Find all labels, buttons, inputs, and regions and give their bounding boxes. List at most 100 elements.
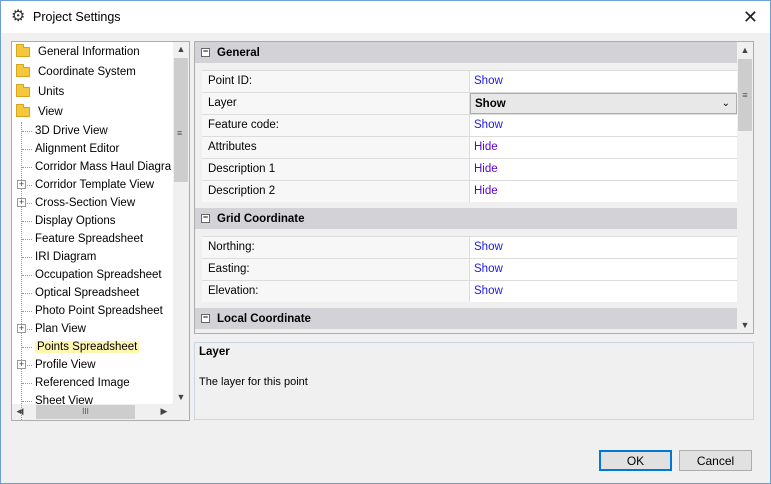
tree-connector (22, 400, 32, 402)
tree-item-sheet-view[interactable]: Sheet View (22, 392, 93, 410)
tree-item-label: 3D Drive View (35, 125, 108, 137)
property-label: Description 1 (202, 159, 470, 180)
collapse-minus-icon[interactable]: − (201, 213, 210, 223)
tree-item-3d-drive-view[interactable]: 3D Drive View (22, 122, 108, 140)
tree-item-iri-diagram[interactable]: IRI Diagram (22, 248, 96, 266)
collapse-minus-icon[interactable]: − (201, 313, 210, 323)
ok-button[interactable]: OK (599, 450, 672, 471)
expand-plus-icon[interactable]: + (17, 180, 26, 189)
project-settings-dialog: ⚙ Project Settings ✕ ▲ ≡ ▼ ◀ III ▶ Gener… (0, 0, 771, 484)
tree-item-cross-section-view[interactable]: Cross-Section View (22, 194, 135, 212)
property-value-text: Show (475, 98, 506, 110)
gear-icon: ⚙ (11, 8, 26, 25)
property-label: Easting: (202, 259, 470, 280)
property-value[interactable]: Hide (470, 159, 737, 180)
tree-connector (22, 274, 32, 276)
tree-connector (22, 238, 32, 240)
property-value[interactable]: Show (470, 237, 737, 258)
folder-icon (16, 84, 30, 97)
tree-connector (22, 382, 32, 384)
category-label: Local Coordinate (217, 312, 311, 325)
property-value-text: Hide (474, 185, 498, 197)
tree-item-optical-spreadsheet[interactable]: Optical Spreadsheet (22, 284, 139, 302)
description-title: Layer (199, 346, 230, 358)
tree-item-label: Coordinate System (38, 66, 136, 78)
property-value-text: Show (474, 75, 503, 87)
scroll-down-icon[interactable]: ▼ (737, 320, 753, 330)
category-local-coordinate[interactable]: − Local Coordinate (195, 308, 737, 329)
property-value[interactable]: Show (470, 281, 737, 302)
tree-item-corridor-mass-haul-diagra[interactable]: Corridor Mass Haul Diagra (22, 158, 171, 176)
property-row: Layer Show ⌄ (202, 92, 737, 114)
tree-connector (22, 292, 32, 294)
scroll-down-icon[interactable]: ▼ (173, 392, 189, 402)
property-row: Description 1 Hide (202, 158, 737, 180)
tree-connector (22, 220, 32, 222)
expand-plus-icon[interactable]: + (17, 324, 26, 333)
property-value[interactable]: Show (470, 71, 737, 92)
property-value[interactable]: Hide (470, 137, 737, 158)
property-label: Description 2 (202, 181, 470, 202)
tree-item-display-options[interactable]: Display Options (22, 212, 116, 230)
tree-item-occupation-spreadsheet[interactable]: Occupation Spreadsheet (22, 266, 162, 284)
cancel-button[interactable]: Cancel (679, 450, 752, 471)
chevron-down-icon[interactable]: ⌄ (722, 94, 730, 114)
tree-item-label: Profile View (35, 359, 96, 371)
tree-item-referenced-image[interactable]: Referenced Image (22, 374, 130, 392)
property-value-text: Hide (474, 163, 498, 175)
tree-item-label: IRI Diagram (35, 251, 97, 263)
property-row: Point ID: Show (202, 70, 737, 92)
folder-icon (16, 104, 30, 117)
property-row: Northing: Show (202, 236, 737, 258)
tree-item-points-spreadsheet[interactable]: Points Spreadsheet (22, 338, 140, 356)
tree-vertical-scrollbar[interactable]: ▲ ≡ ▼ (173, 42, 189, 404)
tree-item-label: Optical Spreadsheet (35, 287, 140, 299)
scroll-up-icon[interactable]: ▲ (737, 45, 753, 55)
collapse-minus-icon[interactable]: − (201, 47, 210, 57)
tree-item-general-information[interactable]: General Information (12, 43, 140, 61)
tree-item-alignment-editor[interactable]: Alignment Editor (22, 140, 119, 158)
property-row: Attributes Hide (202, 136, 737, 158)
folder-icon (16, 44, 30, 57)
tree-item-view[interactable]: View (12, 103, 63, 121)
tree-item-profile-view[interactable]: Profile View (22, 356, 96, 374)
property-label: Feature code: (202, 115, 470, 136)
expand-plus-icon[interactable]: + (17, 360, 26, 369)
category-general[interactable]: − General (195, 42, 737, 63)
tree-item-corridor-template-view[interactable]: Corridor Template View (22, 176, 154, 194)
tree-item-label: Corridor Template View (35, 179, 155, 191)
property-value[interactable]: Show (470, 259, 737, 280)
property-label: Layer (202, 93, 470, 114)
scroll-right-icon[interactable]: ▶ (156, 406, 172, 417)
property-label: Northing: (202, 237, 470, 258)
description-text: The layer for this point (199, 376, 308, 388)
tree-item-label: View (38, 106, 63, 118)
title-bar: ⚙ Project Settings ✕ (1, 1, 770, 33)
property-row: Feature code: Show (202, 114, 737, 136)
tree-item-plan-view[interactable]: Plan View (22, 320, 86, 338)
close-button[interactable]: ✕ (743, 7, 758, 28)
grid-vertical-scrollbar[interactable]: ▲ ≡ ▼ (737, 42, 753, 333)
tree-connector (22, 148, 32, 150)
tree-item-coordinate-system[interactable]: Coordinate System (12, 63, 136, 81)
expand-plus-icon[interactable]: + (17, 198, 26, 207)
property-grid: ▲ ≡ ▼ − General Point ID: Show Layer Show ⌄ Fea… (194, 41, 754, 334)
tree-item-label: Feature Spreadsheet (35, 233, 144, 245)
tree-scroll-thumb[interactable]: ≡ (174, 58, 188, 182)
tree-item-label: Alignment Editor (35, 143, 120, 155)
property-value[interactable]: Hide (470, 181, 737, 202)
tree-item-photo-point-spreadsheet[interactable]: Photo Point Spreadsheet (22, 302, 163, 320)
category-label: General (217, 46, 260, 59)
grid-scroll-thumb[interactable]: ≡ (738, 59, 752, 131)
property-value[interactable]: Show (470, 115, 737, 136)
category-grid-coordinate[interactable]: − Grid Coordinate (195, 208, 737, 229)
tree-item-feature-spreadsheet[interactable]: Feature Spreadsheet (22, 230, 143, 248)
property-value-text: Show (474, 241, 503, 253)
layer-dropdown[interactable]: Show ⌄ (470, 93, 737, 114)
property-row: Description 2 Hide (202, 180, 737, 202)
scroll-up-icon[interactable]: ▲ (173, 44, 189, 54)
tree-item-units[interactable]: Units (12, 83, 64, 101)
description-panel: Layer The layer for this point (194, 342, 754, 420)
tree-item-label: Sheet View (35, 395, 93, 407)
tree-item-label: Plan View (35, 323, 86, 335)
